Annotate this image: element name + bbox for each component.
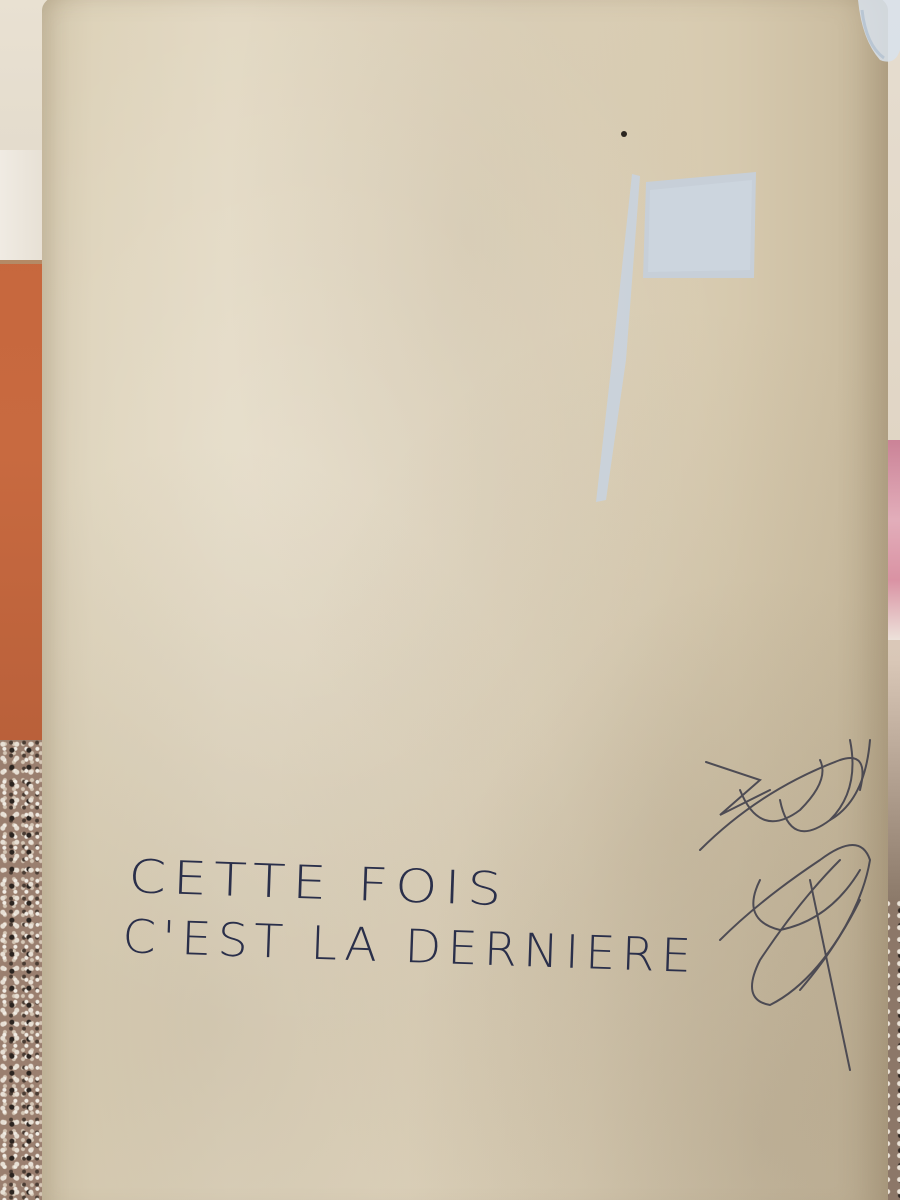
scribble-tag [699, 739, 872, 1071]
photo-scene: CETTE FOIS C'EST LA DERNIERE [0, 0, 900, 1200]
